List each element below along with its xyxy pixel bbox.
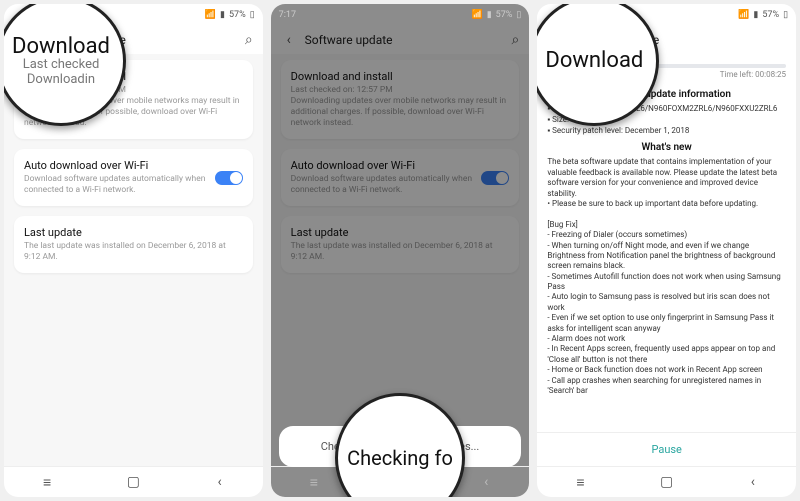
bugfix-list: - Freezing of Dialer (occurs sometimes)-… (547, 230, 786, 396)
screen-software-update-main: 📶 ▮ 57% ▯ ‹ Software update ⌕ Download a… (4, 4, 263, 497)
signal-icon: ▮ (487, 10, 492, 20)
status-bar: 7:17 📶 ▮ 57% ▯ (271, 4, 530, 26)
back-button[interactable]: ‹ (743, 475, 763, 489)
signal-icon: ▮ (753, 10, 758, 20)
bugfix-item: - Home or Back function does not work in… (547, 365, 786, 375)
battery-pct: 57% (229, 10, 246, 20)
auto-download-card: Auto download over Wi-Fi Download softwa… (281, 149, 520, 206)
wifi-icon: 📶 (205, 10, 216, 20)
auto-download-toggle (481, 171, 509, 185)
download-install-title: Download and install (291, 70, 510, 83)
magnifier-line3: Downloadin (27, 73, 95, 88)
whats-new-title: What's new (547, 142, 786, 153)
bugfix-item: - Call app crashes when searching for un… (547, 376, 786, 397)
auto-download-subtitle: Download software updates automatically … (24, 174, 209, 196)
last-update-title: Last update (24, 226, 243, 239)
back-arrow-icon[interactable]: ‹ (281, 32, 297, 48)
bugfix-item: - In Recent Apps screen, frequently used… (547, 344, 786, 365)
last-update-subtitle: The last update was installed on Decembe… (291, 241, 510, 263)
bugfix-item: - When turning on/off Night mode, and ev… (547, 241, 786, 272)
auto-download-subtitle: Download software updates automatically … (291, 174, 476, 196)
last-update-card: Last update The last update was installe… (281, 216, 520, 273)
recent-apps-button[interactable]: ≡ (304, 475, 324, 489)
whats-new-intro: The beta software update that contains i… (547, 157, 786, 199)
download-install-lastchecked: Last checked on: 12:57 PM (291, 85, 510, 96)
status-time: 7:17 (279, 10, 296, 20)
magnifier-line1: Checking fo (347, 448, 453, 469)
bugfix-item: - Even if we set option to use only fing… (547, 313, 786, 334)
back-button[interactable]: ‹ (476, 475, 496, 489)
bugfix-item: - Auto login to Samsung pass is resolved… (547, 292, 786, 313)
whats-new-backup: • Please be sure to back up important da… (547, 199, 786, 209)
battery-pct: 57% (762, 10, 779, 20)
last-update-card[interactable]: Last update The last update was installe… (14, 216, 253, 273)
recent-apps-button[interactable]: ≡ (37, 475, 57, 489)
battery-icon: ▯ (516, 10, 521, 20)
bugfix-heading: [Bug Fix] (547, 220, 786, 230)
screen-header: ‹ Software update ⌕ (271, 26, 530, 54)
download-install-note: Downloading updates over mobile networks… (291, 96, 510, 129)
pause-button[interactable]: Pause (537, 432, 796, 466)
auto-download-toggle[interactable] (215, 171, 243, 185)
last-update-subtitle: The last update was installed on Decembe… (24, 241, 243, 263)
screen-checking-updates: 7:17 📶 ▮ 57% ▯ ‹ Software update ⌕ Downl… (271, 4, 530, 497)
auto-download-title: Auto download over Wi-Fi (24, 159, 209, 172)
whats-new-body: The beta software update that contains i… (547, 157, 786, 396)
battery-icon: ▯ (250, 10, 255, 20)
home-button[interactable]: ▢ (123, 475, 143, 489)
bugfix-item: - Alarm does not work (547, 334, 786, 344)
search-icon[interactable]: ⌕ (512, 32, 520, 48)
wifi-icon: 📶 (738, 10, 749, 20)
signal-icon: ▮ (220, 10, 225, 20)
recent-apps-button[interactable]: ≡ (570, 475, 590, 489)
magnifier-line1: Download (545, 49, 643, 72)
auto-download-title: Auto download over Wi-Fi (291, 159, 476, 172)
download-install-card: Download and install Last checked on: 12… (281, 60, 520, 139)
wifi-icon: 📶 (472, 10, 483, 20)
navigation-bar: ≡ ▢ ‹ (537, 466, 796, 497)
patch-line: ▪ Security patch level: December 1, 2018 (547, 126, 786, 137)
back-button[interactable]: ‹ (210, 475, 230, 489)
bugfix-item: - Freezing of Dialer (occurs sometimes) (547, 230, 786, 240)
home-button[interactable]: ▢ (657, 475, 677, 489)
last-update-title: Last update (291, 226, 510, 239)
bugfix-item: - Sometimes Autofill function does not w… (547, 272, 786, 293)
navigation-bar: ≡ ▢ ‹ (4, 466, 263, 497)
search-icon[interactable]: ⌕ (245, 32, 253, 48)
header-title: Software update (305, 33, 393, 47)
auto-download-card[interactable]: Auto download over Wi-Fi Download softwa… (14, 149, 253, 206)
screen-downloading-update: 📶 ▮ 57% ▯ ‹ Software update Time left: 0… (537, 4, 796, 497)
magnifier-line2: Last checked (23, 58, 100, 73)
battery-icon: ▯ (783, 10, 788, 20)
magnifier-line1: Download (12, 35, 110, 58)
battery-pct: 57% (496, 10, 513, 20)
